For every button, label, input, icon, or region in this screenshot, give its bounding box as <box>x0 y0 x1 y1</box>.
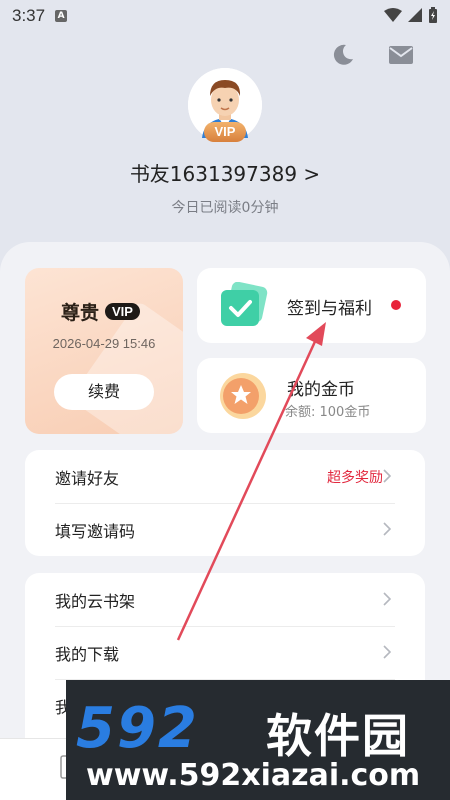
status-time: 3:37 <box>12 6 46 25</box>
avatar[interactable]: VIP <box>188 68 262 142</box>
list-item-downloads[interactable]: 我的下载 <box>25 626 425 679</box>
chevron-right-icon <box>383 522 391 536</box>
sign-in-card[interactable]: 签到与福利 <box>197 268 426 343</box>
moon-icon <box>333 44 353 65</box>
list-item-enter-invite-code[interactable]: 填写邀请码 <box>25 503 425 556</box>
avatar-vip-badge: VIP <box>204 122 246 142</box>
coin-icon <box>220 373 266 419</box>
chevron-right-icon <box>383 645 391 659</box>
chevron-right-icon <box>383 469 391 483</box>
vip-badge: VIP <box>105 303 140 320</box>
watermark: 592 软件园 www.592xiazai.com <box>66 680 450 800</box>
invite-list: 邀请好友 超多奖励 填写邀请码 <box>25 450 425 556</box>
vip-title-text: 尊贵 <box>61 302 100 324</box>
messages-button[interactable] <box>388 42 414 68</box>
coins-label: 我的金币 <box>287 380 355 400</box>
notification-dot <box>391 300 401 310</box>
coins-balance: 余额: 100金币 <box>285 405 371 420</box>
status-bar: 3:37 A <box>0 0 450 32</box>
list-item-invite-friends[interactable]: 邀请好友 超多奖励 <box>25 450 425 503</box>
list-item-label: 邀请好友 <box>55 468 120 488</box>
check-card-icon <box>221 282 268 326</box>
notification-indicator: A <box>55 10 68 22</box>
mail-icon <box>389 46 413 64</box>
wifi-icon <box>384 8 402 22</box>
list-item-label: 我的下载 <box>55 644 120 664</box>
renew-button[interactable]: 续费 <box>54 374 154 410</box>
night-mode-button[interactable] <box>330 42 356 68</box>
list-item-cloud-shelf[interactable]: 我的云书架 <box>25 573 425 626</box>
watermark-site-name: 软件园 <box>266 709 410 763</box>
watermark-logo: 592 <box>76 696 199 761</box>
signal-icon <box>408 8 422 22</box>
vip-expire-date: 2026-04-29 15:46 <box>52 336 156 351</box>
status-icons <box>384 7 438 23</box>
vip-title: 尊贵 VIP <box>61 298 140 325</box>
coins-card[interactable]: 我的金币 余额: 100金币 <box>197 358 426 433</box>
vip-card[interactable]: 尊贵 VIP 2026-04-29 15:46 续费 <box>25 268 183 434</box>
sign-in-label: 签到与福利 <box>287 299 372 319</box>
list-item-label: 填写邀请码 <box>55 521 136 541</box>
battery-icon <box>429 7 437 23</box>
reward-hint: 超多奖励 <box>327 469 383 486</box>
list-item-label: 我的云书架 <box>55 591 136 611</box>
top-actions <box>330 42 414 68</box>
watermark-url: www.592xiazai.com <box>86 758 421 793</box>
chevron-right-icon <box>383 592 391 606</box>
reading-time: 今日已阅读0分钟 <box>171 200 279 216</box>
username[interactable]: 书友1631397389 > <box>0 158 450 187</box>
